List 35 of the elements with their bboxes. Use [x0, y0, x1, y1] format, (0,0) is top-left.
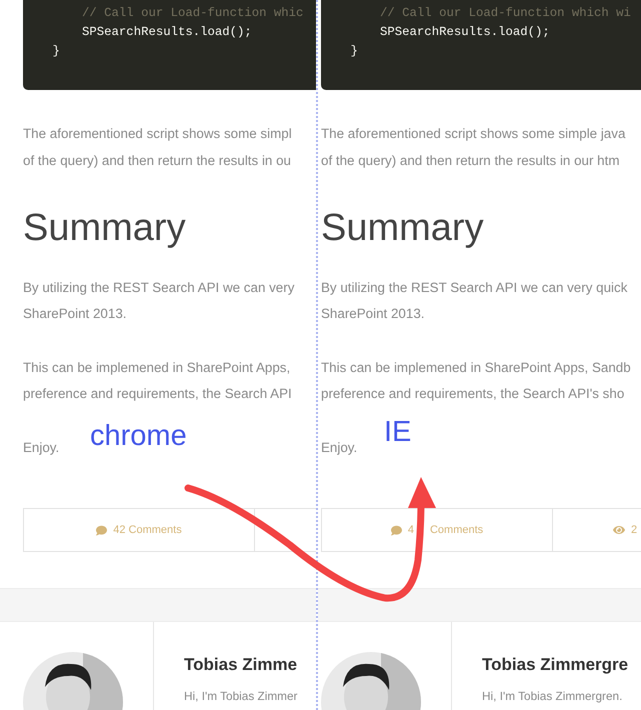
- author-name: Tobias Zimme: [184, 655, 298, 675]
- paragraph-line: SharePoint 2013.: [23, 305, 126, 323]
- paragraph-line: SharePoint 2013.: [321, 305, 424, 323]
- code-line: SPSearchResults.load();: [379, 24, 550, 41]
- code-comment: // Call our Load-function which wi: [379, 5, 631, 22]
- paragraph-line: Enjoy.: [23, 439, 60, 457]
- eye-icon: [613, 524, 625, 536]
- paragraph-line: of the query) and then return the results in our htm: [321, 152, 620, 170]
- paragraph-line: preference and requirements, the Search API: [23, 385, 292, 403]
- code-line: }: [52, 43, 60, 60]
- paragraph-line: The aforementioned script shows some simpl: [23, 125, 292, 143]
- section-heading: Summary: [321, 206, 484, 251]
- code-comment: // Call our Load-function whic: [81, 5, 304, 22]
- comment-icon: [390, 524, 402, 536]
- paragraph-line: of the query) and then return the results in ou: [23, 152, 291, 170]
- annotation-label: chrome: [90, 420, 187, 452]
- section-heading: Summary: [23, 206, 186, 251]
- paragraph-line: By utilizing the REST Search API we can very: [23, 279, 294, 297]
- stat-text: 4: [408, 524, 414, 536]
- author-bio: Hi, I'm Tobias Zimmergren.: [482, 689, 622, 703]
- paragraph-line: This can be implemened in SharePoint Apps, Sandb: [321, 359, 631, 377]
- code-line: SPSearchResults.load();: [81, 24, 252, 41]
- author-name: Tobias Zimmergre: [482, 655, 628, 675]
- stat-text: 42 Comments: [113, 524, 182, 536]
- comment-icon: [96, 524, 108, 536]
- stat-text: Comments: [430, 524, 484, 536]
- stat-text: 2: [631, 524, 638, 536]
- author-bio: Hi, I'm Tobias Zimmer: [184, 689, 298, 703]
- paragraph-line: The aforementioned script shows some simple java: [321, 125, 626, 143]
- paragraph-line: Enjoy.: [321, 439, 358, 457]
- paragraph-line: By utilizing the REST Search API we can very quick: [321, 279, 628, 297]
- paragraph-line: preference and requirements, the Search API's sho: [321, 385, 624, 403]
- annotation-label: IE: [384, 416, 412, 448]
- code-line: }: [350, 43, 358, 60]
- paragraph-line: This can be implemened in SharePoint Apps,: [23, 359, 290, 377]
